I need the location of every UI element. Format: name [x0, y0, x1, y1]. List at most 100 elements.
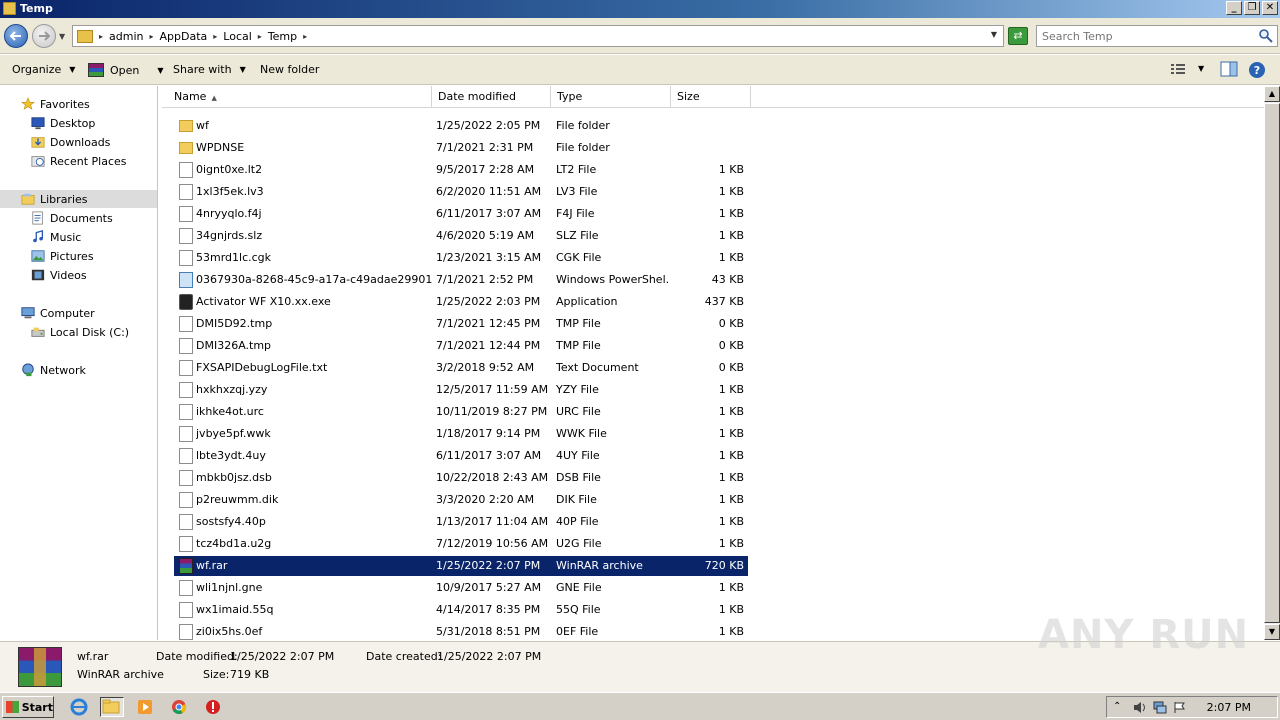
file-row[interactable]: FXSAPIDebugLogFile.txt 3/2/2018 9:52 AM Te… — [174, 358, 748, 378]
restore-button[interactable]: ❐ — [1244, 1, 1260, 15]
file-row[interactable]: p2reuwmm.dik 3/3/2020 2:20 AM DIK File 1 KB — [174, 490, 748, 510]
file-name: 0ignt0xe.lt2 — [196, 163, 263, 176]
title-bar[interactable]: Temp _ ❐ ✕ — [0, 0, 1280, 18]
nav-favorites[interactable]: Favorites — [0, 95, 157, 113]
file-row[interactable]: 34gnjrds.slz 4/6/2020 5:19 AM SLZ File 1 KB — [174, 226, 748, 246]
file-row[interactable]: wf.rar 1/25/2022 2:07 PM WinRAR archive 720… — [174, 556, 748, 576]
nav-videos[interactable]: Videos — [0, 266, 157, 284]
recent-pages-dropdown[interactable]: ▼ — [59, 32, 65, 41]
nav-computer[interactable]: Computer — [0, 304, 157, 322]
file-row[interactable]: ikhke4ot.urc 10/11/2019 8:27 PM URC File 1 … — [174, 402, 748, 422]
details-modified-value: 1/25/2022 2:07 PM — [230, 650, 335, 663]
new-folder-button[interactable]: New folder — [260, 63, 319, 76]
file-row[interactable]: DMI5D92.tmp 7/1/2021 12:45 PM TMP File 0 KB — [174, 314, 748, 334]
refresh-button[interactable]: ⇄ — [1008, 27, 1028, 45]
search-icon[interactable] — [1257, 28, 1275, 44]
chevron-down-icon[interactable]: ▸ — [303, 32, 307, 41]
column-header-name[interactable]: Name ▲ — [168, 86, 432, 108]
file-row[interactable]: mbkb0jsz.dsb 10/22/2018 2:43 AM DSB File 1 … — [174, 468, 748, 488]
breadcrumb-temp[interactable]: Temp — [268, 30, 297, 43]
file-row[interactable]: sostsfy4.40p 1/13/2017 11:04 AM 40P File 1 … — [174, 512, 748, 532]
file-size: 1 KB — [718, 207, 744, 220]
nav-recent-places[interactable]: Recent Places — [0, 152, 157, 170]
chevron-down-icon[interactable]: ▸ — [213, 32, 217, 41]
chevron-down-icon[interactable]: ▸ — [258, 32, 262, 41]
file-row[interactable]: 0ignt0xe.lt2 9/5/2017 2:28 AM LT2 File 1 KB — [174, 160, 748, 180]
nav-local-disk[interactable]: Local Disk (C:) — [0, 323, 157, 341]
nav-downloads[interactable]: Downloads — [0, 133, 157, 151]
chevron-up-icon[interactable]: ⌃ — [1113, 701, 1127, 714]
scroll-up-button[interactable]: ▲ — [1264, 86, 1280, 102]
file-row[interactable]: 53mrd1lc.cgk 1/23/2021 3:15 AM CGK File 1 K… — [174, 248, 748, 268]
nav-network[interactable]: Network — [0, 361, 157, 379]
preview-pane-icon[interactable] — [1220, 61, 1238, 77]
scroll-thumb[interactable] — [1264, 103, 1280, 623]
file-type: TMP File — [556, 339, 601, 352]
help-icon[interactable]: ? — [1248, 61, 1266, 79]
file-date: 6/11/2017 3:07 AM — [436, 207, 542, 220]
file-type: WWK File — [556, 427, 607, 440]
taskbar-chrome-button[interactable] — [168, 697, 192, 717]
forward-arrow-icon — [39, 31, 51, 41]
chevron-down-icon[interactable]: ▸ — [99, 32, 103, 41]
file-row[interactable]: wx1imaid.55q 4/14/2017 8:35 PM 55Q File 1 K… — [174, 600, 748, 620]
minimize-button[interactable]: _ — [1226, 1, 1242, 15]
file-row[interactable]: jvbye5pf.wwk 1/18/2017 9:14 PM WWK File 1 K… — [174, 424, 748, 444]
open-button[interactable]: Open ▼ — [88, 63, 164, 77]
nav-music[interactable]: Music — [0, 228, 157, 246]
back-button[interactable] — [4, 24, 28, 48]
file-row[interactable]: tcz4bd1a.u2g 7/12/2019 10:56 AM U2G File 1 … — [174, 534, 748, 554]
file-row[interactable]: Activator WF X10.xx.exe 1/25/2022 2:03 PM… — [174, 292, 748, 312]
file-row[interactable]: zi0ix5hs.0ef 5/31/2018 8:51 PM 0EF File 1 K… — [174, 622, 748, 642]
nav-pictures[interactable]: Pictures — [0, 247, 157, 265]
taskbar-stop-button[interactable] — [202, 697, 226, 717]
nav-label: Documents — [50, 211, 113, 225]
taskbar-media-player-button[interactable] — [134, 697, 158, 717]
address-history-dropdown[interactable]: ▼ — [991, 30, 997, 39]
nav-libraries[interactable]: Libraries — [0, 190, 157, 208]
file-row[interactable]: hxkhxzqj.yzy 12/5/2017 11:59 AM YZY File 1 … — [174, 380, 748, 400]
breadcrumb-appdata[interactable]: AppData — [160, 30, 208, 43]
taskbar-ie-button[interactable] — [68, 697, 92, 717]
column-header-size[interactable]: Size — [671, 86, 751, 108]
action-center-flag-icon[interactable] — [1173, 701, 1187, 714]
volume-icon[interactable] — [1133, 701, 1147, 714]
forward-button[interactable] — [32, 24, 56, 48]
view-options-icon[interactable] — [1170, 61, 1186, 77]
file-list: Name ▲ Date modified Type Size wf 1/25/202… — [162, 86, 1264, 640]
breadcrumb-local[interactable]: Local — [223, 30, 252, 43]
search-input[interactable] — [1037, 26, 1255, 46]
file-type: CGK File — [556, 251, 602, 264]
file-row[interactable]: DMI326A.tmp 7/1/2021 12:44 PM TMP File 0 KB — [174, 336, 748, 356]
chevron-down-icon[interactable]: ▼ — [1198, 64, 1204, 73]
start-button[interactable]: Start — [2, 696, 54, 718]
file-type: File folder — [556, 119, 610, 132]
organize-menu[interactable]: Organize ▼ — [12, 63, 75, 76]
column-header-type[interactable]: Type — [551, 86, 671, 108]
address-box[interactable]: ▸ admin ▸ AppData ▸ Local ▸ Temp ▸ ▼ — [72, 25, 1004, 47]
taskbar-explorer-button[interactable] — [100, 697, 124, 717]
file-row[interactable]: 1xl3f5ek.lv3 6/2/2020 11:51 AM LV3 File 1 K… — [174, 182, 748, 202]
file-icon — [179, 404, 193, 420]
breadcrumb-admin[interactable]: admin — [109, 30, 143, 43]
chevron-down-icon[interactable]: ▼ — [157, 66, 163, 75]
file-name: DMI326A.tmp — [196, 339, 272, 352]
file-row[interactable]: wf 1/25/2022 2:05 PM File folder — [174, 116, 748, 136]
share-with-menu[interactable]: Share with ▼ — [173, 63, 246, 76]
close-button[interactable]: ✕ — [1262, 1, 1278, 15]
file-row[interactable]: WPDNSE 7/1/2021 2:31 PM File folder — [174, 138, 748, 158]
column-header-date[interactable]: Date modified — [432, 86, 551, 108]
nav-desktop[interactable]: Desktop — [0, 114, 157, 132]
file-row[interactable]: 4nryyqlo.f4j 6/11/2017 3:07 AM F4J File 1 K… — [174, 204, 748, 224]
clock[interactable]: 2:07 PM — [1207, 701, 1251, 714]
nav-documents[interactable]: Documents — [0, 209, 157, 227]
file-row[interactable]: 0367930a-8268-45c9-a17a-c49adae29901.ps1… — [174, 270, 748, 290]
chevron-down-icon[interactable]: ▸ — [149, 32, 153, 41]
scroll-down-button[interactable]: ▼ — [1264, 624, 1280, 640]
vertical-scrollbar[interactable]: ▲ ▼ — [1264, 86, 1280, 640]
network-tray-icon[interactable] — [1153, 701, 1167, 714]
search-box[interactable] — [1036, 25, 1278, 47]
nav-label: Music — [50, 230, 82, 244]
file-row[interactable]: lbte3ydt.4uy 6/11/2017 3:07 AM 4UY File 1 K… — [174, 446, 748, 466]
file-row[interactable]: wli1njnl.gne 10/9/2017 5:27 AM GNE File 1 K… — [174, 578, 748, 598]
